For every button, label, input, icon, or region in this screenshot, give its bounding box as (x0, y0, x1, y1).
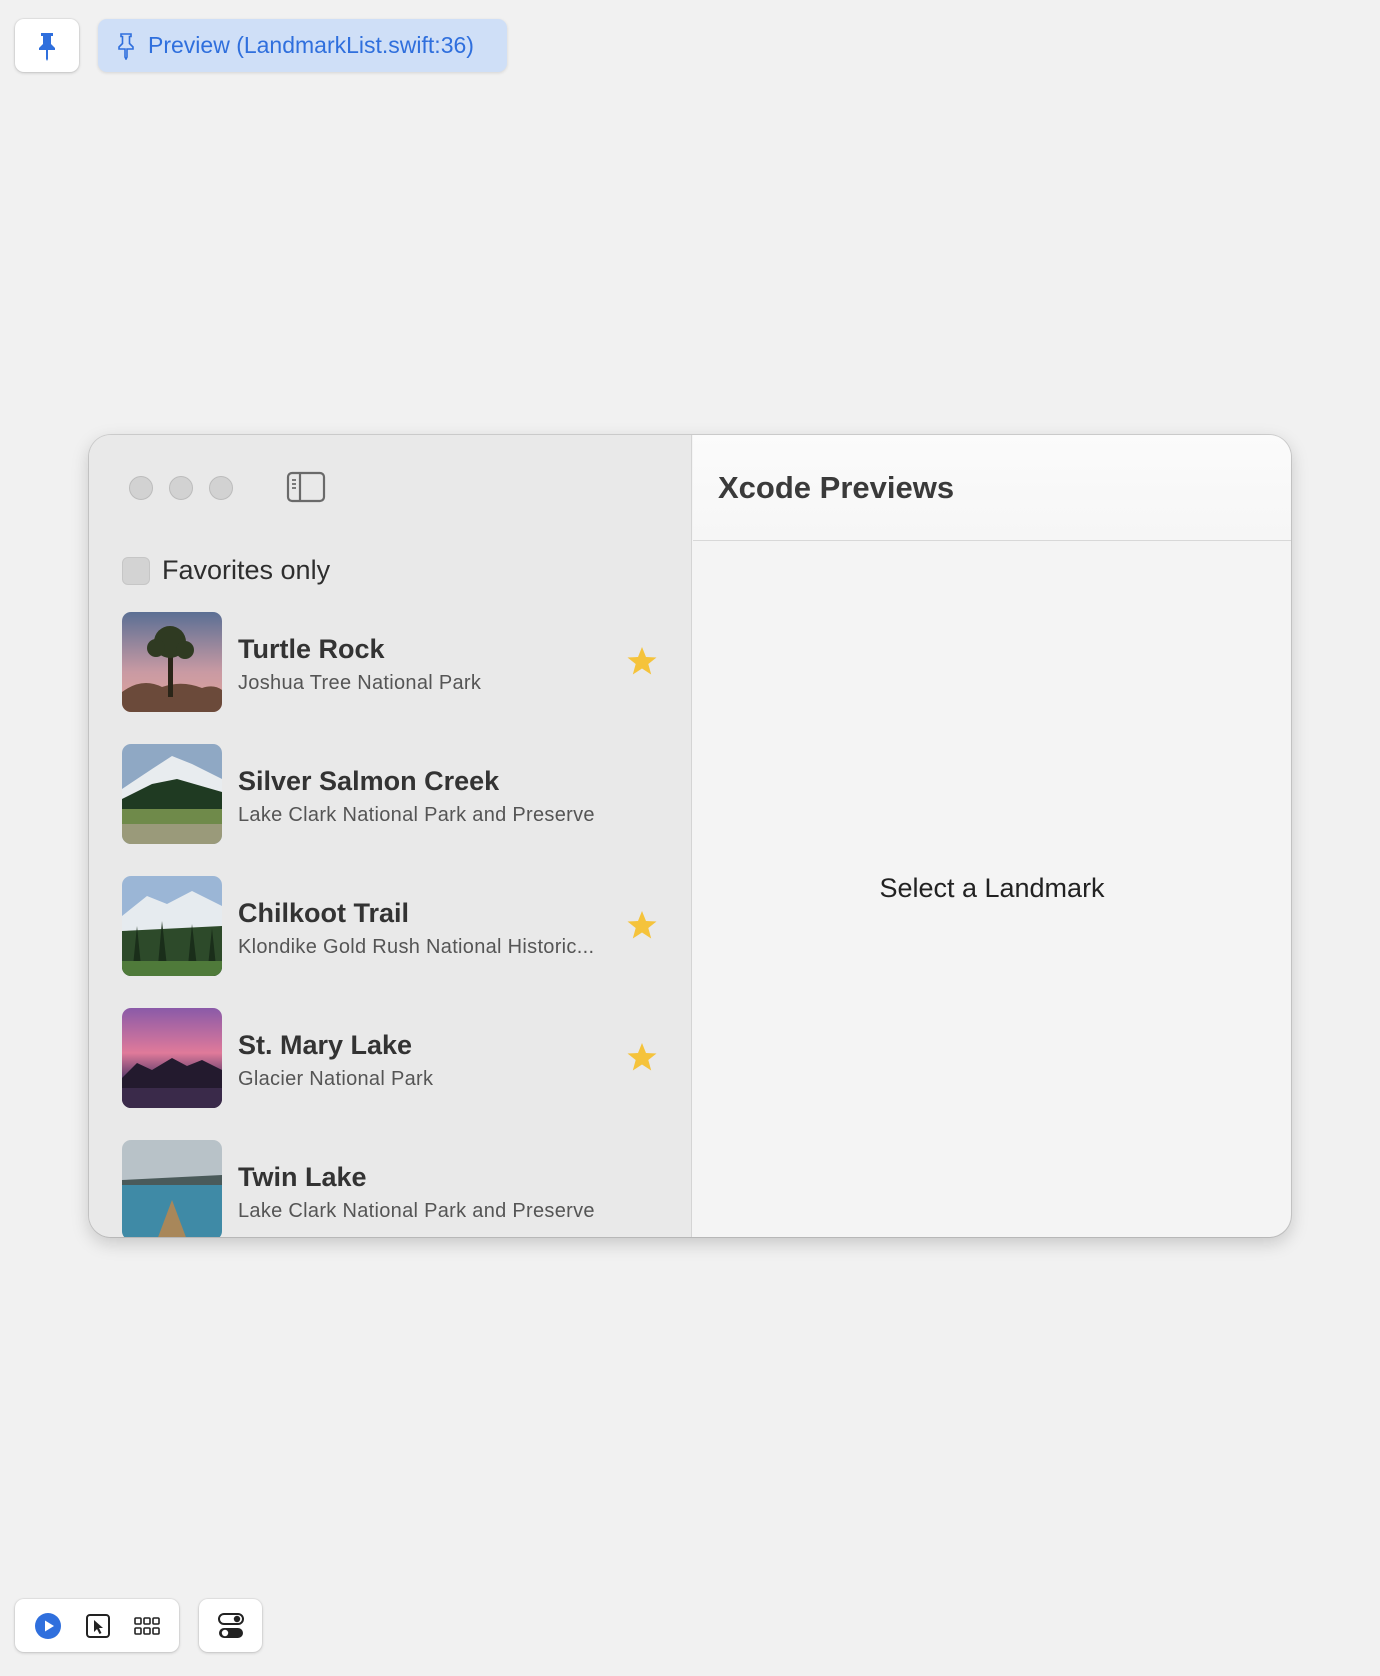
list-item[interactable]: Silver Salmon Creek Lake Clark National … (89, 744, 691, 876)
grid-icon[interactable] (133, 1615, 160, 1637)
detail-pane: Xcode Previews Select a Landmark (693, 435, 1291, 1237)
detail-header: Xcode Previews (693, 435, 1291, 541)
landmark-park: Lake Clark National Park and Preserve (238, 804, 595, 826)
preview-pin-chip[interactable]: Preview (LandmarkList.swift:36) (98, 19, 507, 72)
list-item[interactable]: Twin Lake Lake Clark National Park and P… (89, 1140, 691, 1237)
landmark-list: Turtle Rock Joshua Tree National Park Si… (89, 612, 691, 1237)
list-item[interactable]: St. Mary Lake Glacier National Park (89, 1008, 691, 1140)
landmark-name: Silver Salmon Creek (238, 766, 500, 796)
favorites-label: Favorites only (162, 555, 331, 585)
variants-icon (217, 1612, 244, 1638)
preview-mode-controls (15, 1599, 179, 1652)
landmark-park: Glacier National Park (238, 1068, 434, 1090)
detail-title: Xcode Previews (718, 470, 955, 505)
landmark-thumbnail (122, 1008, 222, 1108)
landmark-thumbnail (122, 876, 222, 976)
preview-window: Favorites only Turtle Rock Joshua Tree N… (89, 435, 1291, 1237)
zoom-window-button[interactable] (209, 476, 233, 500)
empty-state-message: Select a Landmark (879, 873, 1105, 903)
sidebar: Favorites only Turtle Rock Joshua Tree N… (89, 435, 692, 1237)
minimize-window-button[interactable] (169, 476, 193, 500)
favorites-checkbox[interactable] (122, 556, 150, 585)
favorite-star-icon (627, 647, 657, 675)
landmark-thumbnail (122, 1140, 222, 1237)
landmark-name: Chilkoot Trail (238, 898, 410, 928)
landmark-thumbnail (122, 612, 222, 712)
play-icon[interactable] (34, 1612, 62, 1640)
landmark-name: St. Mary Lake (238, 1030, 413, 1060)
close-window-button[interactable] (129, 476, 153, 500)
landmark-park: Klondike Gold Rush National Historic... (238, 936, 595, 958)
pin-button[interactable] (15, 19, 79, 72)
landmark-park: Joshua Tree National Park (238, 672, 482, 694)
pin-icon (39, 32, 55, 61)
favorites-toggle[interactable]: Favorites only (122, 555, 330, 586)
favorite-star-icon (627, 1043, 657, 1071)
sidebar-toggle-icon[interactable] (286, 471, 326, 503)
select-cursor-icon[interactable] (85, 1613, 111, 1639)
preview-label: Preview (LandmarkList.swift:36) (148, 32, 474, 58)
list-item[interactable]: Chilkoot Trail Klondike Gold Rush Nation… (89, 876, 691, 1008)
pin-outline-icon (118, 32, 134, 60)
variants-button[interactable] (199, 1599, 262, 1652)
list-item[interactable]: Turtle Rock Joshua Tree National Park (89, 612, 691, 744)
landmark-name: Twin Lake (238, 1162, 367, 1192)
landmark-thumbnail (122, 744, 222, 844)
landmark-name: Turtle Rock (238, 634, 385, 664)
landmark-park: Lake Clark National Park and Preserve (238, 1200, 595, 1222)
favorite-star-icon (627, 911, 657, 939)
